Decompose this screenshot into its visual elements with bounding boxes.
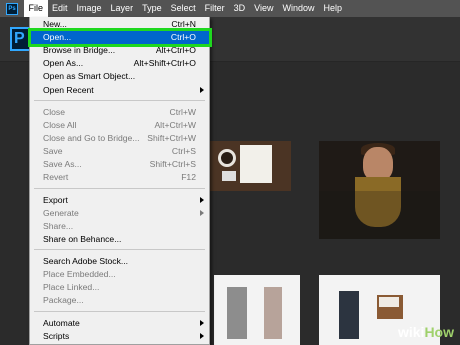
menu-type[interactable]: Type — [138, 0, 167, 17]
menu-item-shortcut: Ctrl+S — [171, 146, 196, 156]
menu-item-label: Share... — [43, 221, 74, 231]
recent-file-thumbnail-portrait-lower — [319, 191, 440, 239]
menu-separator — [34, 188, 205, 189]
face-shape — [363, 147, 393, 181]
menu-edit[interactable]: Edit — [48, 0, 73, 17]
menu-bar: Ps File Edit Image Layer Type Select Fil… — [0, 0, 460, 17]
menu-item-export[interactable]: Export — [30, 194, 209, 207]
coffee-cup-shape — [218, 149, 236, 167]
menu-item-revert[interactable]: Revert F12 — [30, 171, 209, 184]
menu-window[interactable]: Window — [278, 0, 319, 17]
menu-item-package[interactable]: Package... — [30, 294, 209, 307]
scarf-shape — [355, 177, 401, 191]
menu-item-label: Share on Behance... — [43, 234, 122, 244]
menu-item-label: Search Adobe Stock... — [43, 256, 129, 266]
menu-view[interactable]: View — [250, 0, 278, 17]
menu-item-generate[interactable]: Generate — [30, 207, 209, 220]
submenu-arrow-icon — [200, 197, 204, 203]
menu-3d[interactable]: 3D — [229, 0, 250, 17]
menu-item-shortcut: Alt+Shift+Ctrl+O — [133, 58, 196, 68]
menu-item-share[interactable]: Share... — [30, 220, 209, 233]
menu-item-open-recent[interactable]: Open Recent — [30, 84, 209, 97]
menu-item-scripts[interactable]: Scripts — [30, 330, 209, 343]
menu-item-label: Close and Go to Bridge... — [43, 133, 140, 143]
menu-item-label: Open As... — [43, 58, 84, 68]
submenu-arrow-icon — [200, 210, 204, 216]
submenu-arrow-icon — [200, 333, 204, 339]
menu-item-label: Close All — [43, 120, 77, 130]
phone-shape — [222, 171, 236, 181]
menu-item-label: Generate — [43, 208, 79, 218]
menu-item-open-as-smart-object[interactable]: Open as Smart Object... — [30, 70, 209, 83]
menu-item-open-as[interactable]: Open As... Alt+Shift+Ctrl+O — [30, 57, 209, 70]
photoshop-logo-icon: Ps — [6, 2, 18, 15]
menu-item-shortcut: Alt+Ctrl+W — [154, 120, 196, 130]
menu-item-label: Export — [43, 195, 68, 205]
wikihow-watermark: wikiHow — [398, 324, 454, 340]
scarf-lower-shape — [355, 191, 401, 227]
menu-file[interactable]: File — [24, 0, 48, 17]
menu-item-save[interactable]: Save Ctrl+S — [30, 145, 209, 158]
menu-item-label: Place Linked... — [43, 282, 100, 292]
menu-item-label: Scripts — [43, 331, 70, 341]
menu-item-label: Revert — [43, 172, 69, 182]
product-label-shape — [379, 297, 399, 307]
product-box-dark-shape — [339, 291, 359, 339]
menu-item-label: Save — [43, 146, 63, 156]
menu-help[interactable]: Help — [319, 0, 347, 17]
photo-right-shape — [264, 287, 282, 339]
submenu-arrow-icon — [200, 320, 204, 326]
recent-file-thumbnail-portrait[interactable] — [319, 141, 440, 191]
menu-item-shortcut: Shift+Ctrl+W — [147, 133, 196, 143]
menu-separator — [34, 100, 205, 101]
menu-item-close[interactable]: Close Ctrl+W — [30, 106, 209, 119]
menu-image[interactable]: Image — [72, 0, 106, 17]
menu-separator — [34, 249, 205, 250]
menu-item-search-adobe-stock[interactable]: Search Adobe Stock... — [30, 255, 209, 268]
recent-file-thumbnail-desk[interactable] — [210, 141, 291, 191]
file-menu-dropdown: New... Ctrl+N Open... Ctrl+O Browse in Bri… — [29, 17, 210, 345]
photo-left-shape — [227, 287, 247, 339]
menu-separator — [34, 311, 205, 312]
menu-item-shortcut: Ctrl+W — [169, 107, 197, 117]
menu-item-label: Save As... — [43, 159, 82, 169]
menu-item-automate[interactable]: Automate — [30, 317, 209, 330]
paper-shape — [240, 145, 272, 183]
menu-item-label: Package... — [43, 295, 84, 305]
recent-file-thumbnail-photos[interactable] — [214, 275, 300, 345]
menu-item-label: Open as Smart Object... — [43, 71, 136, 81]
menu-layer[interactable]: Layer — [106, 0, 138, 17]
menu-item-share-on-behance[interactable]: Share on Behance... — [30, 233, 209, 246]
menu-item-label: Automate — [43, 318, 80, 328]
watermark-how: How — [424, 324, 454, 340]
menu-filter[interactable]: Filter — [200, 0, 229, 17]
submenu-arrow-icon — [200, 87, 204, 93]
menu-item-label: Open Recent — [43, 85, 94, 95]
menu-select[interactable]: Select — [166, 0, 200, 17]
menu-item-label: Close — [43, 107, 65, 117]
menu-item-label: Place Embedded... — [43, 269, 116, 279]
menu-item-place-embedded[interactable]: Place Embedded... — [30, 268, 209, 281]
menu-item-shortcut: Shift+Ctrl+S — [149, 159, 196, 169]
menu-item-place-linked[interactable]: Place Linked... — [30, 281, 209, 294]
watermark-wiki: wiki — [397, 324, 425, 340]
menu-item-shortcut: F12 — [181, 172, 196, 182]
menu-item-save-as[interactable]: Save As... Shift+Ctrl+S — [30, 158, 209, 171]
highlight-callout-box — [28, 28, 212, 47]
menu-item-close-all[interactable]: Close All Alt+Ctrl+W — [30, 119, 209, 132]
menu-item-close-and-go-to-bridge[interactable]: Close and Go to Bridge... Shift+Ctrl+W — [30, 132, 209, 145]
